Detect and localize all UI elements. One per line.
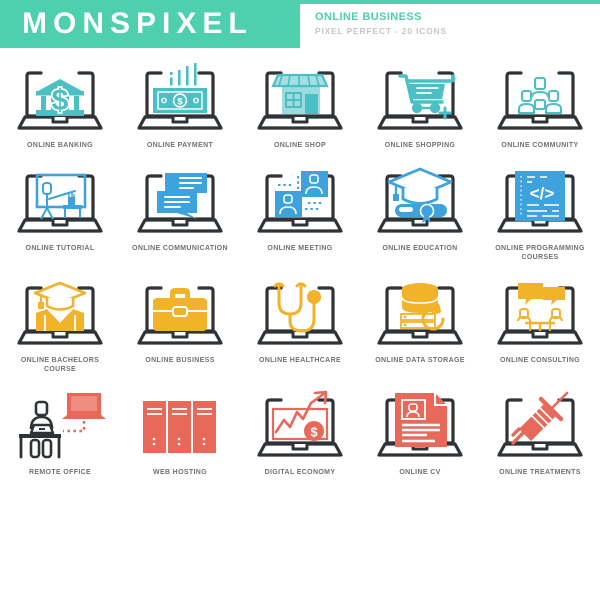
icon-label: ONLINE EDUCATION — [382, 244, 458, 252]
icon-label: ONLINE COMMUNITY — [501, 142, 579, 149]
database-sync-icon — [365, 273, 475, 351]
briefcase-icon — [125, 273, 235, 351]
icon-cell-remote-office[interactable]: REMOTE OFFICE — [0, 385, 120, 478]
icon-label: ONLINE BACHELORS COURSE — [20, 356, 100, 374]
icon-label: ONLINE PAYMENT — [146, 142, 214, 149]
icon-label: DIGITAL ECONOMY — [264, 468, 336, 476]
header: MONSPIXEL ONLINE BUSINESS PIXEL PERFECT … — [0, 0, 600, 52]
icon-cell-online-programming[interactable]: </> ONLINE PROGRAMMING COURSES — [480, 161, 600, 263]
icon-label: ONLINE DATA STORAGE — [375, 356, 465, 364]
icon-label: ONLINE HEALTHCARE — [258, 356, 342, 364]
two-people-table-chat-icon — [485, 273, 595, 351]
icon-cell-online-bachelors[interactable]: ONLINE BACHELORS COURSE — [0, 273, 120, 375]
icon-cell-online-cv[interactable]: ONLINE CV — [360, 385, 480, 478]
svg-text:$: $ — [52, 84, 69, 117]
icon-cell-online-meeting[interactable]: ONLINE MEETING — [240, 161, 360, 263]
icon-cell-online-tutorial[interactable]: ONLINE TUTORIAL — [0, 161, 120, 263]
icon-label: ONLINE SHOP — [273, 142, 327, 149]
icon-cell-online-community[interactable]: ONLINE COMMUNITY — [480, 58, 600, 151]
icon-row: $ ONLINE BANKING $ ONLINE PAYMENT ONLINE… — [0, 58, 600, 151]
icon-cell-online-healthcare[interactable]: ONLINE HEALTHCARE — [240, 273, 360, 375]
shopping-cart-plus-icon — [365, 58, 475, 136]
icon-cell-online-banking[interactable]: $ ONLINE BANKING — [0, 58, 120, 151]
icon-label: WEB HOSTING — [152, 468, 207, 476]
icon-label: ONLINE BANKING — [27, 142, 93, 149]
teacher-whiteboard-icon — [5, 161, 115, 239]
icon-cell-online-payment[interactable]: $ ONLINE PAYMENT — [120, 58, 240, 151]
header-title: ONLINE BUSINESS — [315, 11, 422, 23]
syringe-icon — [485, 385, 595, 463]
brand-wordmark: MONSPIXEL — [22, 7, 253, 40]
header-right: ONLINE BUSINESS PIXEL PERFECT - 20 ICONS — [315, 10, 447, 38]
icon-label: ONLINE SHOPPING — [384, 142, 456, 149]
icon-cell-web-hosting[interactable]: WEB HOSTING — [120, 385, 240, 478]
icon-label: ONLINE BUSINESS — [145, 356, 215, 364]
icon-label: ONLINE TREATMENTS — [499, 468, 581, 476]
icon-label: ONLINE CONSULTING — [499, 356, 581, 364]
icon-label: ONLINE MEETING — [267, 244, 333, 252]
desk-person-laptop-link-icon — [5, 385, 115, 463]
icon-row: ONLINE TUTORIAL ONLINE COMMUNICATION ONL… — [0, 161, 600, 263]
resume-document-icon — [365, 385, 475, 463]
graduation-cap-diploma-icon — [365, 161, 475, 239]
people-network-icon — [485, 58, 595, 136]
icon-label: ONLINE TUTORIAL — [25, 244, 95, 252]
icon-cell-online-consulting[interactable]: ONLINE CONSULTING — [480, 273, 600, 375]
icon-label: ONLINE PROGRAMMING COURSES — [495, 244, 585, 262]
stethoscope-icon — [245, 273, 355, 351]
svg-text:</>: </> — [530, 184, 555, 203]
icon-cell-digital-economy[interactable]: $ DIGITAL ECONOMY — [240, 385, 360, 478]
icon-cell-online-communication[interactable]: ONLINE COMMUNICATION — [120, 161, 240, 263]
video-call-windows-icon — [245, 161, 355, 239]
icon-cell-online-shopping[interactable]: ONLINE SHOPPING — [360, 58, 480, 151]
bank-column-icon: $ — [5, 58, 115, 136]
icon-cell-online-data[interactable]: ONLINE DATA STORAGE — [360, 273, 480, 375]
brand-block: MONSPIXEL — [0, 0, 300, 48]
icon-row: ONLINE BACHELORS COURSE ONLINE BUSINESS … — [0, 273, 600, 375]
growth-chart-dollar-icon: $ — [245, 385, 355, 463]
header-subtitle: PIXEL PERFECT - 20 ICONS — [315, 26, 447, 36]
code-document-icon: </> — [485, 161, 595, 239]
server-racks-icon — [125, 385, 235, 463]
svg-text:$: $ — [177, 97, 183, 108]
icon-cell-online-education[interactable]: ONLINE EDUCATION — [360, 161, 480, 263]
icon-label: ONLINE CV — [399, 468, 441, 476]
icon-set-page: MONSPIXEL ONLINE BUSINESS PIXEL PERFECT … — [0, 0, 600, 600]
icon-label: REMOTE OFFICE — [28, 468, 92, 476]
storefront-icon — [245, 58, 355, 136]
graduate-person-icon — [5, 273, 115, 351]
icon-cell-online-treatments[interactable]: ONLINE TREATMENTS — [480, 385, 600, 478]
banknote-chart-icon: $ — [125, 58, 235, 136]
icon-grid: $ ONLINE BANKING $ ONLINE PAYMENT ONLINE… — [0, 58, 600, 477]
svg-text:$: $ — [310, 424, 318, 439]
icon-cell-online-shop[interactable]: ONLINE SHOP — [240, 58, 360, 151]
chat-bubbles-icon — [125, 161, 235, 239]
icon-cell-online-business[interactable]: ONLINE BUSINESS — [120, 273, 240, 375]
icon-label: ONLINE COMMUNICATION — [132, 244, 228, 252]
icon-row: REMOTE OFFICE WEB HOSTING $ DIGITAL ECON… — [0, 385, 600, 478]
